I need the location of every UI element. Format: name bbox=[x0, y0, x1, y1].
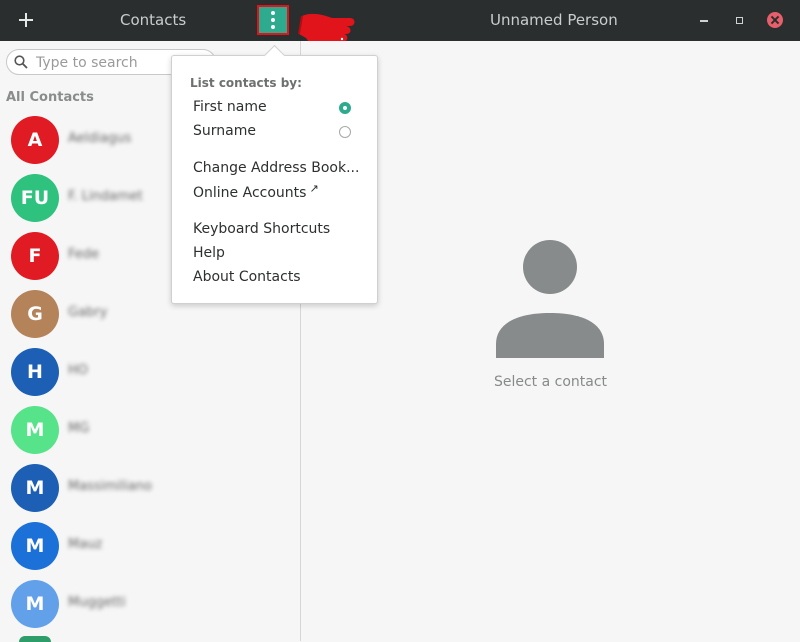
contact-name: Muggetti bbox=[68, 595, 126, 610]
external-link-icon: ↗ bbox=[309, 182, 319, 195]
menu-button[interactable] bbox=[257, 5, 289, 35]
avatar: M bbox=[11, 522, 59, 570]
avatar: H bbox=[11, 348, 59, 396]
change-address-book-item[interactable]: Change Address Book... bbox=[193, 160, 359, 176]
contact-name: Massimiliano bbox=[68, 479, 152, 494]
contact-row[interactable]: H HO bbox=[0, 345, 300, 403]
person-icon bbox=[496, 240, 604, 358]
partial-avatar bbox=[19, 636, 51, 642]
first-name-radio[interactable] bbox=[339, 102, 351, 114]
contact-row[interactable]: M Massimiliano bbox=[0, 461, 300, 519]
avatar: FU bbox=[11, 174, 59, 222]
sort-surname-option[interactable]: Surname bbox=[193, 123, 256, 139]
contact-row[interactable]: M Mauz bbox=[0, 519, 300, 577]
contact-name: Aeldiagus bbox=[68, 131, 132, 146]
header-bar: Contacts Unnamed Person bbox=[0, 0, 800, 49]
avatar: M bbox=[11, 580, 59, 628]
all-contacts-label: All Contacts bbox=[6, 90, 94, 105]
add-contact-button[interactable] bbox=[14, 8, 38, 32]
sort-heading: List contacts by: bbox=[190, 76, 302, 90]
help-item[interactable]: Help bbox=[193, 245, 225, 261]
contact-row[interactable]: M Muggetti bbox=[0, 577, 300, 635]
minimize-button[interactable] bbox=[696, 12, 712, 28]
contact-name: Fede bbox=[68, 247, 100, 262]
online-accounts-item[interactable]: Online Accounts ↗ bbox=[193, 182, 319, 201]
sidebar-title: Contacts bbox=[120, 11, 187, 29]
main-menu-popover: List contacts by: First name Surname Cha… bbox=[171, 44, 378, 304]
avatar: F bbox=[11, 232, 59, 280]
contact-name: HO bbox=[68, 363, 89, 378]
avatar: G bbox=[11, 290, 59, 338]
restore-button[interactable] bbox=[731, 12, 747, 28]
search-icon bbox=[14, 55, 28, 69]
avatar: M bbox=[11, 464, 59, 512]
contact-name: Mauz bbox=[68, 537, 103, 552]
keyboard-shortcuts-item[interactable]: Keyboard Shortcuts bbox=[193, 221, 330, 237]
contact-name: Gabry bbox=[68, 305, 108, 320]
person-title: Unnamed Person bbox=[490, 11, 618, 29]
contact-row[interactable]: M MG bbox=[0, 403, 300, 461]
avatar: A bbox=[11, 116, 59, 164]
sort-first-name-option[interactable]: First name bbox=[193, 99, 267, 115]
contact-name: MG bbox=[68, 421, 90, 436]
close-button[interactable] bbox=[767, 12, 783, 28]
avatar: M bbox=[11, 406, 59, 454]
surname-radio[interactable] bbox=[339, 126, 351, 138]
vertical-dots-icon bbox=[271, 11, 275, 15]
contact-name: F. Lindamet bbox=[68, 189, 143, 204]
select-contact-text: Select a contact bbox=[493, 374, 608, 390]
about-item[interactable]: About Contacts bbox=[193, 269, 301, 285]
